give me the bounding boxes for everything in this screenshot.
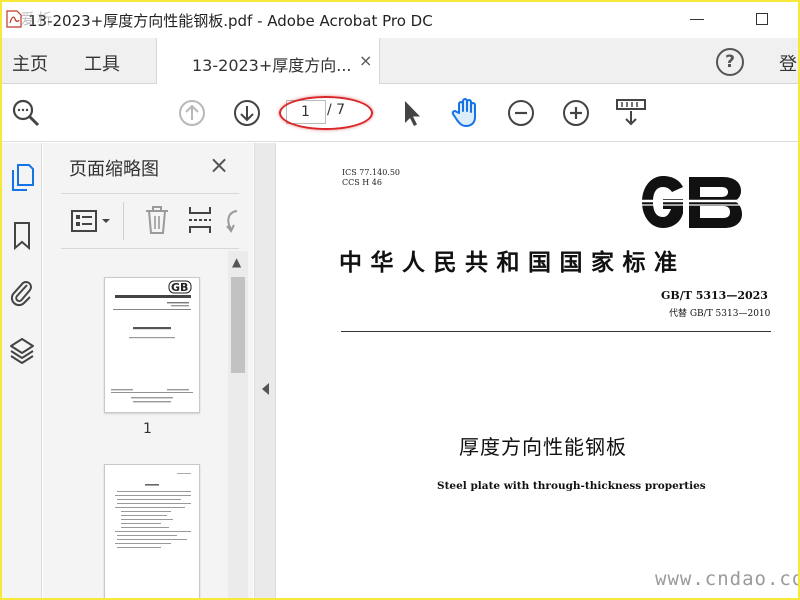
collapse-panel-icon[interactable] [262, 383, 269, 395]
standard-code: GB/T 5313—2023 [661, 289, 768, 302]
thumbnail-page-label: 1 [143, 421, 152, 437]
minimize-button[interactable] [690, 19, 704, 20]
panel-title: 页面缩略图 [69, 159, 159, 180]
insert-page-icon[interactable] [187, 205, 213, 235]
panel-collapse-strip [254, 143, 276, 598]
ics-line: ICS 77.140.50 [342, 168, 401, 177]
acrobat-window: 13-2023+厚度方向性能钢板.pdf - Adobe Acrobat Pro… [2, 2, 798, 598]
tab-home[interactable]: 主页 [12, 50, 48, 76]
thumbnail-scrollbar[interactable]: ▲ [228, 251, 248, 598]
ccs-line: CCS H 46 [342, 178, 382, 187]
page-down-icon[interactable] [231, 97, 263, 129]
thumbnail-panel: 页面缩略图 × GB 1 ▲ [43, 143, 253, 598]
thumbnail-page-preview [115, 473, 191, 548]
page-up-icon[interactable] [176, 97, 208, 129]
layers-icon[interactable] [9, 336, 35, 366]
toolbar-divider [123, 202, 124, 240]
fit-page-icon[interactable] [615, 97, 647, 129]
thumbnail-toolbar [61, 193, 239, 249]
gb-logo [642, 176, 742, 228]
page-thumbnail-2[interactable] [104, 464, 200, 598]
attachment-icon[interactable] [9, 277, 35, 307]
rotate-icon[interactable] [223, 207, 239, 235]
delete-icon[interactable] [143, 205, 171, 235]
main-toolbar: 1 / 7 [2, 84, 798, 142]
standard-title: 中华人民共和国国家标准 [339, 249, 686, 276]
tab-document[interactable]: 13-2023+厚度方向... × [156, 38, 380, 84]
bookmark-icon[interactable] [9, 221, 35, 251]
highlight-ellipse [279, 96, 373, 130]
thumbnail-page-preview: GB [111, 280, 193, 403]
title-divider [341, 331, 771, 332]
document-tab-label: 13-2023+厚度方向... [192, 56, 352, 75]
select-cursor-icon[interactable] [396, 97, 428, 129]
replaced-standard: 代替 GB/T 5313—2010 [669, 309, 771, 319]
ics-classification: ICS 77.140.50 CCS H 46 [342, 168, 400, 188]
sign-in-button[interactable]: 登 [779, 50, 797, 76]
help-button[interactable]: ? [716, 48, 744, 76]
navigation-rail [2, 143, 42, 598]
window-title: 13-2023+厚度方向性能钢板.pdf - Adobe Acrobat Pro… [28, 12, 433, 30]
zoom-in-icon[interactable] [560, 97, 592, 129]
overlay-watermark: 爱析 [20, 10, 55, 28]
standard-chinese-name: 厚度方向性能钢板 [459, 435, 627, 459]
scrollbar-thumb[interactable] [231, 277, 245, 373]
document-page: ICS 77.140.50 CCS H 46 中华人民共和国国家标准 GB/T … [277, 143, 798, 598]
page-thumbnails-icon[interactable] [9, 163, 35, 193]
page-thumbnail-1[interactable]: GB [104, 277, 200, 413]
thumbnail-list: GB 1 [43, 251, 228, 598]
zoom-search-icon[interactable] [10, 97, 42, 129]
standard-english-name: Steel plate with through-thickness prope… [437, 480, 706, 492]
tab-tools[interactable]: 工具 [84, 50, 120, 76]
title-bar: 13-2023+厚度方向性能钢板.pdf - Adobe Acrobat Pro… [2, 2, 798, 38]
hand-tool-icon[interactable] [450, 96, 482, 128]
scroll-up-icon[interactable]: ▲ [232, 255, 241, 269]
site-watermark: www.cndao.com [655, 568, 798, 590]
close-tab-button[interactable]: × [359, 51, 372, 70]
options-menu-icon[interactable] [70, 208, 114, 234]
close-panel-button[interactable]: × [209, 151, 229, 179]
zoom-out-icon[interactable] [505, 97, 537, 129]
svg-text:GB: GB [171, 281, 188, 294]
tab-bar: 主页 工具 13-2023+厚度方向... × ? 登 [2, 38, 798, 84]
maximize-button[interactable] [756, 13, 768, 25]
